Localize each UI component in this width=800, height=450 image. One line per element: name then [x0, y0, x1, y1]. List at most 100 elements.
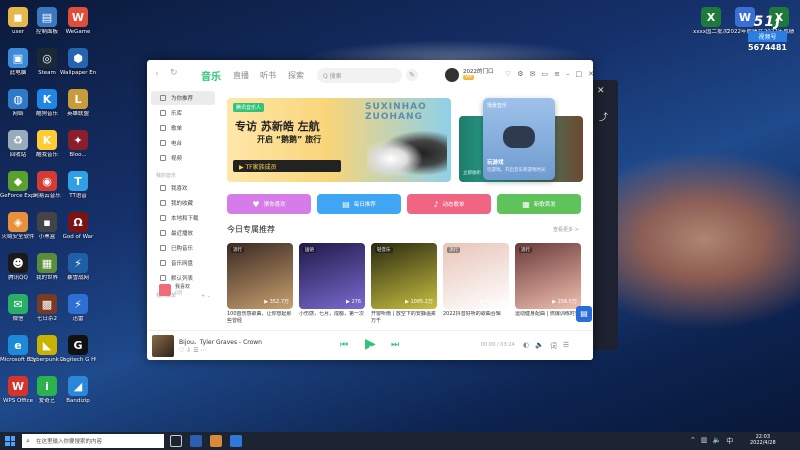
playlist-cover[interactable]: 国语 ▶ 276 — [299, 243, 365, 309]
desktop-shortcut[interactable]: i 爱奇艺 — [31, 373, 63, 414]
sidebar-item[interactable]: 歌单 — [151, 121, 215, 135]
sidebar-item[interactable]: 本地和下载 — [151, 211, 215, 225]
desktop-shortcut[interactable]: ◉ 网易云音乐 — [31, 168, 63, 209]
desktop-shortcut[interactable]: ◍ 网络 — [2, 86, 34, 127]
tab-explore[interactable]: 探索 — [288, 70, 304, 81]
minimize-icon[interactable]: – — [566, 70, 570, 78]
tab-music[interactable]: 音乐 — [201, 68, 221, 83]
refresh-icon[interactable]: ↻ — [170, 68, 178, 78]
clock[interactable]: 22:03 2022/4/28 — [750, 434, 776, 446]
close-icon[interactable]: ✕ — [597, 86, 605, 96]
desktop-shortcut[interactable]: ♻ 回收站 — [2, 127, 34, 168]
playlist-icon[interactable]: ☰ — [563, 341, 569, 351]
desktop-shortcut[interactable]: ▪ 小黑盒 — [31, 209, 63, 250]
volume-icon[interactable]: 🔈 — [713, 436, 722, 446]
maximize-icon[interactable]: □ — [575, 70, 582, 78]
playlist-caption[interactable]: 运动健身配曲 | 燃爆训练时刻 — [515, 311, 581, 324]
mini-mode-icon[interactable]: ▭ — [541, 70, 548, 78]
now-playing-cover[interactable] — [152, 335, 174, 357]
taskbar-app-browser-icon[interactable] — [190, 435, 202, 447]
desktop-shortcut[interactable]: ◣Cyberpunk 2077 — [29, 332, 65, 373]
desktop-shortcut[interactable]: ▦ 我的世界 — [31, 250, 63, 291]
desktop-shortcut[interactable]: W WeGame — [62, 4, 94, 45]
back-icon[interactable]: ‹ — [155, 69, 159, 79]
playlist-card[interactable]: 流行 ▶ 352.7万 100首伤感歌曲，让你想起那些曾经 — [227, 243, 293, 324]
desktop-shortcut[interactable]: ◆GeForce Experience — [0, 168, 36, 209]
sidebar-item[interactable]: 最近播放 — [151, 226, 215, 240]
desktop-shortcut[interactable]: ◈ 火绒安全软件 — [1, 209, 35, 250]
voice-search-icon[interactable]: ✎ — [406, 69, 418, 81]
username[interactable]: 2022的门口 — [463, 67, 494, 75]
task-view-icon[interactable] — [170, 435, 182, 447]
playlist-caption[interactable]: 2022抖音好听的歌曲合辑 — [443, 311, 509, 324]
taskbar-app-music-icon[interactable] — [230, 435, 242, 447]
sidebar-item[interactable]: 乐库 — [151, 106, 215, 120]
desktop-shortcut[interactable]: ▣ 此电脑 — [2, 45, 34, 86]
skin-icon[interactable]: ♡ — [505, 70, 511, 78]
playlist-card[interactable]: 流行 ▶ 256.5万运动健身配曲 | 燃爆训练时刻 — [515, 243, 581, 324]
previous-track-icon[interactable]: ⏮ — [340, 340, 348, 350]
scene-music-card[interactable]: 场景音乐 玩游戏 玩游戏，开启音乐和游戏时光 — [483, 98, 555, 180]
playlist-caption[interactable]: 100首伤感歌曲，让你想起那些曾经 — [227, 311, 293, 324]
message-icon[interactable]: ✉ — [530, 70, 536, 78]
desktop-shortcut[interactable]: K 酷我音乐 — [31, 127, 63, 168]
sidebar-item[interactable]: 我的收藏 — [151, 196, 215, 210]
taskbar-app-folder-icon[interactable] — [210, 435, 222, 447]
avatar[interactable] — [445, 68, 459, 82]
tab-live[interactable]: 直播 — [233, 70, 249, 81]
playlist-cover[interactable]: 流行 ▶ 101.7万 — [443, 243, 509, 309]
lyrics-icon[interactable]: 词 — [550, 341, 557, 351]
desktop-shortcut[interactable]: ✦ Bloo... — [62, 127, 94, 168]
desktop-shortcut[interactable]: G Logitech G HUB — [60, 332, 96, 373]
search-input[interactable]: Q 搜索 — [317, 68, 402, 83]
playlist-cover[interactable]: 轻音乐 ▶ 1085.2万 — [371, 243, 437, 309]
mini-player-icon[interactable]: ▤ — [576, 306, 592, 322]
desktop-shortcut[interactable]: Xxxxx国二批次填 — [693, 4, 729, 45]
playlist-caption[interactable]: 小伤感，七月，成都，第一次 — [299, 311, 365, 324]
desktop-shortcut[interactable]: ⚡ 暴雪战网 — [62, 250, 94, 291]
desktop-shortcut[interactable]: T TT语音 — [62, 168, 94, 209]
desktop-shortcut[interactable]: ◼ user — [2, 4, 34, 45]
playlist-cover[interactable]: 流行 ▶ 256.5万 — [515, 243, 581, 309]
sidebar-item[interactable]: 电台 — [151, 136, 215, 150]
add-playlist-button[interactable]: + ⌄ — [201, 293, 211, 299]
background-window[interactable]: ✕ ⤴ — [590, 80, 618, 350]
sidebar-item[interactable]: 我喜欢 — [151, 181, 215, 195]
quick-entry-button[interactable]: ▦ 新歌首发 — [497, 194, 581, 214]
promo-banner[interactable]: 腾讯音乐人 专访 苏新皓 左航 开启 “鹅鹅” 旅行 ▶ TF家族成员 SUXI… — [227, 98, 451, 182]
desktop-shortcut[interactable]: ▩ 七日杀2 — [31, 291, 63, 332]
playlist-card[interactable]: 轻音乐 ▶ 1085.2万开窗听雨 | 放空下的安静温柔万千 — [371, 243, 437, 324]
tray-up-icon[interactable]: ⌃ — [690, 436, 696, 446]
playlist-cover[interactable]: 流行 ▶ 352.7万 — [227, 243, 293, 309]
desktop-shortcut[interactable]: ☻ 腾讯QQ — [2, 250, 34, 291]
sidebar-item[interactable]: 音乐网盘 — [151, 256, 215, 270]
fav-playlist-label[interactable]: 我喜欢 — [175, 283, 190, 290]
vip-badge[interactable]: VIP — [463, 75, 475, 80]
quick-entry-button[interactable]: ▤ 每日推荐 — [317, 194, 401, 214]
desktop-shortcut[interactable]: ⚡ 迅雷 — [62, 291, 94, 332]
sidebar-item[interactable]: 已购音乐 — [151, 241, 215, 255]
sidebar-item[interactable]: 视频 — [151, 151, 215, 165]
settings-icon[interactable]: ⚙ — [517, 70, 523, 78]
next-track-icon[interactable]: ⏭ — [391, 340, 399, 350]
close-icon[interactable]: ✕ — [588, 70, 593, 78]
input-method[interactable]: 中 — [726, 436, 733, 446]
desktop-shortcut[interactable]: W WPS Office — [2, 373, 34, 414]
now-playing-actions[interactable]: ♡ ⇩ ☰ ⋯ — [179, 347, 207, 354]
now-playing-title[interactable]: Bijou、Tyler Graves - Crown — [179, 337, 262, 346]
playlist-caption[interactable]: 开窗听雨 | 放空下的安静温柔万千 — [371, 311, 437, 324]
menu-icon[interactable]: ≡ — [554, 70, 560, 78]
desktop-shortcut[interactable]: ◢ Bandizip — [62, 373, 94, 414]
sidebar-item[interactable]: 为你推荐 — [151, 91, 215, 105]
fav-playlist-cover[interactable] — [159, 284, 171, 296]
desktop-shortcut[interactable]: ⬢ Wallpaper Engine — [60, 45, 96, 86]
tab-audiobook[interactable]: 听书 — [260, 70, 276, 81]
see-more-link[interactable]: 查看更多 > — [553, 226, 579, 233]
desktop-shortcut[interactable]: Ω God of War — [62, 209, 94, 250]
volume-icon[interactable]: 🔈 — [535, 341, 544, 351]
desktop-shortcut[interactable]: eMicrosoft Edge — [0, 332, 36, 373]
desktop-shortcut[interactable]: L 英雄联盟 — [62, 86, 94, 127]
playlist-card[interactable]: 国语 ▶ 276 小伤感，七月，成都，第一次 — [299, 243, 365, 324]
playlist-card[interactable]: 流行 ▶ 101.7万 2022抖音好听的歌曲合辑 — [443, 243, 509, 324]
share-icon[interactable]: ⤴ — [599, 110, 608, 123]
